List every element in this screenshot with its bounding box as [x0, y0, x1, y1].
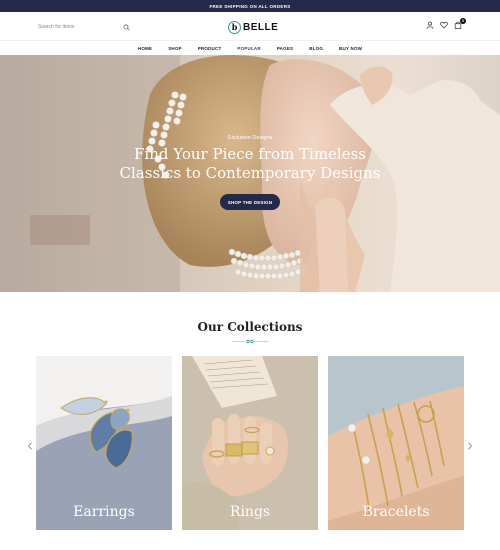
- collection-card-bracelets[interactable]: Bracelets: [328, 356, 464, 530]
- carousel-next-button[interactable]: [466, 441, 474, 451]
- collection-label-rings: Rings: [229, 504, 271, 520]
- nav-pages[interactable]: PAGES: [277, 46, 293, 51]
- carousel-prev-button[interactable]: [26, 441, 34, 451]
- nav-blog[interactable]: BLOG: [309, 46, 323, 51]
- hero-kicker: Exclusive Designs: [227, 135, 273, 141]
- header-icons: 0: [426, 18, 466, 29]
- logo-mark: b: [228, 20, 241, 34]
- collection-card-earrings[interactable]: Earrings: [36, 356, 172, 530]
- chevron-right-icon: [468, 442, 473, 450]
- logo-text: BELLE: [243, 21, 279, 33]
- collection-label-bracelets: Bracelets: [362, 504, 430, 520]
- announcement-bar: FREE SHIPPING ON ALL ORDERS: [0, 0, 500, 12]
- collections-title: Our Collections: [197, 320, 303, 334]
- hero-title-line-2: Classics to Contemporary Designs: [119, 164, 381, 182]
- nav-home[interactable]: HOME: [138, 46, 152, 51]
- nav-popular[interactable]: POPULAR: [237, 46, 260, 51]
- search-box[interactable]: [38, 20, 130, 34]
- heart-icon[interactable]: [440, 21, 448, 29]
- user-icon[interactable]: [426, 21, 434, 29]
- search-icon[interactable]: [123, 23, 130, 31]
- search-input[interactable]: [38, 24, 108, 30]
- cart-count-badge: 0: [460, 18, 466, 24]
- hero-title-line-1: Find Your Piece from Timeless: [134, 145, 366, 163]
- hero-banner: Exclusive Designs Find Your Piece from T…: [0, 55, 500, 292]
- cart-button[interactable]: 0: [454, 18, 466, 29]
- main-nav: HOME SHOP PRODUCT POPULAR PAGES BLOG BUY…: [0, 40, 500, 55]
- hero-content: Exclusive Designs Find Your Piece from T…: [0, 55, 500, 292]
- hero-title: Find Your Piece from Timeless Classics t…: [0, 145, 500, 183]
- announcement-text: FREE SHIPPING ON ALL ORDERS: [209, 3, 291, 9]
- logo[interactable]: b BELLE: [228, 19, 278, 35]
- nav-buy-now[interactable]: BUY NOW: [339, 46, 362, 51]
- chevron-left-icon: [27, 442, 32, 450]
- shop-the-design-button[interactable]: SHOP THE DESIGN: [220, 194, 280, 210]
- nav-product[interactable]: PRODUCT: [198, 46, 222, 51]
- collection-label-earrings: Earrings: [73, 504, 135, 520]
- collection-card-rings[interactable]: Rings: [182, 356, 318, 530]
- header: b BELLE 0: [0, 12, 500, 40]
- title-divider-ornament: [232, 339, 268, 344]
- nav-shop[interactable]: SHOP: [168, 46, 182, 51]
